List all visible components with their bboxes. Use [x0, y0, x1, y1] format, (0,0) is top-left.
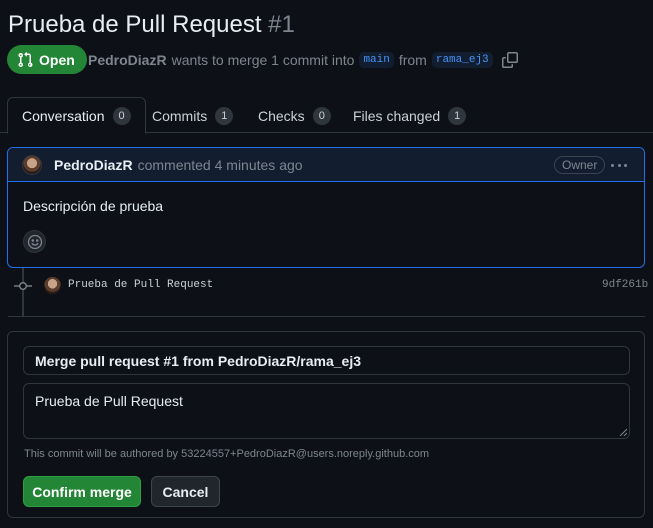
git-commit-icon [14, 282, 32, 290]
tab-checks-count: 0 [312, 106, 331, 125]
avatar[interactable] [44, 277, 61, 294]
smiley-icon [27, 234, 42, 249]
pr-tabs: Conversation 0 Commits 1 Checks 0 Files … [0, 97, 653, 134]
commit-author-note: This commit will be authored by 53224557… [24, 448, 430, 460]
tab-conversation[interactable]: Conversation 0 [7, 97, 146, 134]
resize-handle-icon[interactable] [619, 428, 627, 436]
owner-badge: Owner [554, 156, 606, 174]
tab-files-changed[interactable]: Files changed 1 [353, 97, 467, 134]
pr-merge-summary: PedroDiazR wants to merge 1 commit into … [88, 49, 518, 71]
add-reaction-button[interactable] [23, 230, 46, 253]
pr-author-link[interactable]: PedroDiazR [88, 52, 167, 68]
pr-state-badge: Open [7, 45, 87, 74]
tab-conversation-label: Conversation [22, 107, 105, 124]
tab-files-changed-label: Files changed [353, 107, 441, 124]
pr-title-text: Prueba de Pull Request [8, 11, 262, 38]
git-pull-request-icon [18, 51, 33, 67]
pr-state-label: Open [39, 51, 75, 68]
pr-title: Prueba de Pull Request #1 [8, 10, 295, 40]
tab-conversation-count: 0 [112, 106, 131, 125]
comment-author-link[interactable]: PedroDiazR [54, 157, 133, 173]
merge-message-textarea[interactable]: Prueba de Pull Request [23, 383, 630, 439]
tab-checks[interactable]: Checks 0 [258, 97, 331, 134]
comment-body: Descripción de prueba [23, 198, 164, 214]
commit-list-item: Prueba de Pull Request 9df261b [0, 276, 653, 296]
tab-checks-label: Checks [258, 107, 305, 124]
pr-from-text: from [398, 52, 427, 68]
commit-sha-link[interactable]: 9df261b [602, 279, 648, 291]
pr-number: #1 [268, 11, 295, 38]
merge-title-input[interactable]: Merge pull request #1 from PedroDiazR/ra… [23, 346, 630, 375]
head-branch-label[interactable]: rama_ej3 [431, 52, 493, 68]
tab-commits[interactable]: Commits 1 [152, 97, 234, 134]
base-branch-label[interactable]: main [359, 52, 394, 68]
cancel-button[interactable]: Cancel [151, 476, 220, 507]
pr-description-comment: PedroDiazR commented 4 minutes ago Owner… [7, 147, 645, 268]
tab-commits-count: 1 [215, 106, 234, 125]
tab-commits-label: Commits [152, 107, 208, 124]
commit-message-link[interactable]: Prueba de Pull Request [68, 279, 213, 291]
tab-files-changed-count: 1 [448, 106, 467, 125]
merge-form: Merge pull request #1 from PedroDiazR/ra… [7, 331, 645, 518]
pr-merge-text: wants to merge 1 commit into [171, 52, 355, 68]
merge-message-text: Prueba de Pull Request [35, 393, 183, 409]
confirm-merge-button[interactable]: Confirm merge [23, 476, 141, 507]
kebab-horizontal-icon[interactable] [609, 158, 629, 172]
timeline-divider [8, 316, 645, 317]
copy-icon[interactable] [501, 52, 518, 68]
comment-timestamp: commented 4 minutes ago [137, 156, 303, 173]
avatar[interactable] [22, 154, 42, 175]
comment-header: PedroDiazR commented 4 minutes ago Owner [8, 148, 644, 182]
